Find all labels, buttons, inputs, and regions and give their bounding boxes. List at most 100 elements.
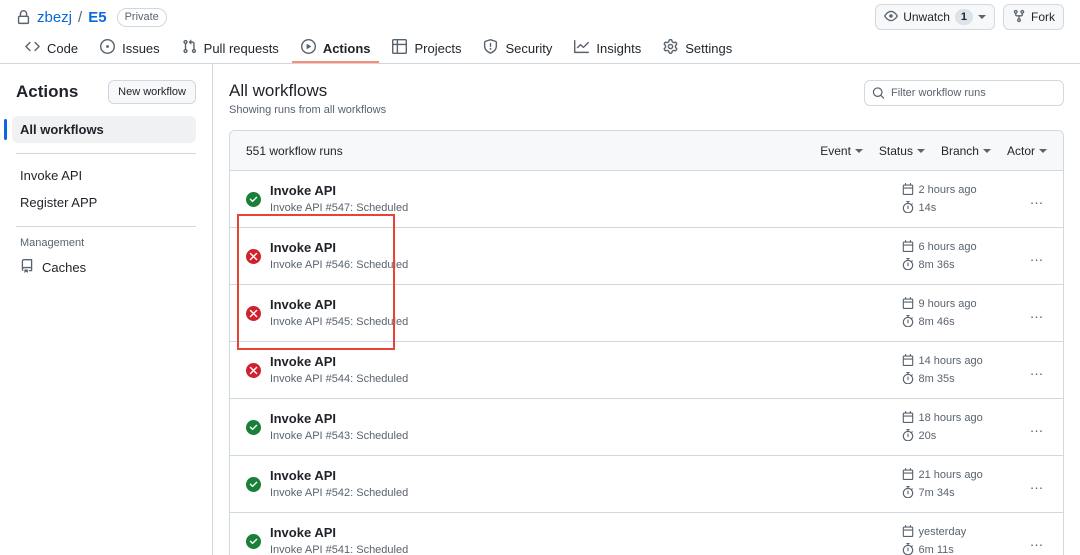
run-name-link[interactable]: Invoke API (270, 239, 902, 256)
repo-name-link[interactable]: E5 (88, 9, 106, 26)
tab-actions-label: Actions (323, 41, 371, 56)
run-timestamp: 18 hours ago (902, 411, 1020, 426)
actions-sidebar: Actions New workflow All workflows Invok… (0, 64, 213, 555)
chevron-down-icon (917, 149, 925, 153)
run-timestamp-label: 6 hours ago (919, 241, 977, 253)
stopwatch-icon (902, 372, 914, 387)
run-name-link[interactable]: Invoke API (270, 467, 902, 484)
table-row[interactable]: Invoke APIInvoke API #543: Scheduled18 h… (230, 399, 1063, 456)
tab-security[interactable]: Security (474, 35, 561, 63)
run-timestamp: 6 hours ago (902, 240, 1020, 255)
run-options-menu-button[interactable]: … (1028, 188, 1048, 210)
table-row[interactable]: Invoke APIInvoke API #546: Scheduled6 ho… (230, 228, 1063, 285)
run-options-menu-button[interactable]: … (1028, 416, 1048, 438)
tab-projects[interactable]: Projects (383, 35, 470, 63)
repo-header-actions: Unwatch 1 Fork (875, 4, 1064, 30)
play-icon (301, 39, 316, 57)
run-name-link[interactable]: Invoke API (270, 353, 902, 370)
visibility-badge: Private (117, 8, 167, 27)
issue-opened-icon (100, 39, 115, 57)
run-description: Invoke API #545: Scheduled (270, 315, 902, 330)
tab-pull-requests[interactable]: Pull requests (173, 35, 288, 63)
calendar-icon (902, 525, 914, 540)
gear-icon (663, 39, 678, 57)
workflow-runs-panel: 551 workflow runs Event Status Branch (229, 130, 1064, 555)
eye-icon (884, 9, 898, 26)
table-row[interactable]: Invoke APIInvoke API #547: Scheduled2 ho… (230, 171, 1063, 228)
run-duration: 7m 34s (902, 486, 1020, 501)
run-timestamp: 9 hours ago (902, 297, 1020, 312)
workflow-runs-toolbar: 551 workflow runs Event Status Branch (230, 131, 1063, 171)
sidebar-item-invoke-api[interactable]: Invoke API (12, 162, 196, 189)
tab-issues[interactable]: Issues (91, 35, 169, 63)
table-row[interactable]: Invoke API Invoke API #544: Scheduled14 h… (230, 342, 1063, 399)
run-name-link[interactable]: Invoke API (270, 182, 902, 199)
tab-insights[interactable]: Insights (565, 35, 650, 63)
stopwatch-icon (902, 315, 914, 330)
run-duration: 20s (902, 429, 1020, 444)
run-duration-label: 8m 36s (919, 259, 955, 271)
search-input[interactable] (864, 80, 1064, 106)
table-row[interactable]: Invoke API Invoke API #545: Scheduled9 ho… (230, 285, 1063, 342)
new-workflow-button[interactable]: New workflow (108, 80, 196, 104)
fork-button-group[interactable]: Fork (1003, 4, 1064, 30)
run-meta: 9 hours ago8m 46s (902, 297, 1020, 330)
run-options-menu-button[interactable]: … (1028, 530, 1048, 552)
run-info: Invoke APIInvoke API #547: Scheduled (270, 182, 902, 216)
calendar-icon (902, 411, 914, 426)
run-info: Invoke API Invoke API #542: Scheduled (270, 467, 902, 501)
table-row[interactable]: Invoke APIInvoke API #541: Scheduledyest… (230, 513, 1063, 555)
sidebar-item-register-app[interactable]: Register APP (12, 189, 196, 216)
run-meta: 6 hours ago 8m 36s (902, 240, 1020, 273)
tab-actions[interactable]: Actions (292, 35, 380, 63)
tab-settings[interactable]: Settings (654, 35, 741, 63)
run-name-link[interactable]: Invoke API (270, 524, 902, 541)
main-header: All workflows Showing runs from all work… (229, 80, 1064, 116)
tab-code[interactable]: Code (16, 35, 87, 63)
sidebar-item-caches[interactable]: Caches (12, 253, 196, 282)
run-info: Invoke API Invoke API #545: Scheduled (270, 296, 902, 330)
run-description: Invoke API #544: Scheduled (270, 372, 902, 387)
filter-actor-button[interactable]: Actor (1007, 144, 1047, 158)
table-row[interactable]: Invoke APIInvoke API #542: Scheduled21 h… (230, 456, 1063, 513)
filter-event-label: Event (820, 144, 851, 158)
run-name-link[interactable]: Invoke API (270, 410, 902, 427)
fork-label: Fork (1031, 10, 1055, 24)
run-options-menu-button[interactable]: … (1028, 245, 1048, 267)
tab-projects-label: Projects (414, 41, 461, 56)
run-options-menu-button[interactable]: … (1028, 302, 1048, 324)
run-name-link[interactable]: Invoke API (270, 296, 902, 313)
run-options-menu-button[interactable]: … (1028, 473, 1048, 495)
run-options-menu-button[interactable]: … (1028, 359, 1048, 381)
unwatch-label: Unwatch (903, 10, 950, 24)
fork-icon (1012, 9, 1026, 26)
sidebar-item-all-workflows[interactable]: All workflows (12, 116, 196, 143)
filter-actor-label: Actor (1007, 144, 1035, 158)
watch-button-group[interactable]: Unwatch 1 (875, 4, 995, 30)
breadcrumb: zbezj / E5 Private (16, 8, 167, 27)
sidebar-item-label: All workflows (20, 122, 104, 137)
watch-count: 1 (955, 9, 973, 25)
tab-code-label: Code (47, 41, 78, 56)
lock-icon (16, 10, 31, 25)
repo-owner-link[interactable]: zbezj (37, 9, 72, 26)
filter-event-button[interactable]: Event (820, 144, 863, 158)
run-duration: 6m 11s (902, 543, 1020, 555)
sidebar-title: Actions (16, 82, 78, 102)
main-header-text: All workflows Showing runs from all work… (229, 80, 386, 116)
run-duration: 8m 36s (902, 258, 1020, 273)
run-info: Invoke APIInvoke API #546: Scheduled (270, 239, 902, 273)
stopwatch-icon (902, 543, 914, 555)
run-timestamp: 14 hours ago (902, 354, 1020, 369)
run-timestamp-label: yesterday (919, 526, 967, 538)
filter-status-button[interactable]: Status (879, 144, 925, 158)
sidebar-header: Actions New workflow (16, 80, 196, 104)
run-description: Invoke API #542: Scheduled (270, 486, 902, 501)
filter-branch-button[interactable]: Branch (941, 144, 991, 158)
unwatch-button[interactable]: Unwatch 1 (876, 5, 994, 29)
x-circle-fill-icon (246, 363, 261, 378)
main-content: All workflows Showing runs from all work… (213, 64, 1080, 555)
run-duration: 8m 35s (902, 372, 1020, 387)
repo-nav-tabs: Code Issues Pull requests Actions Projec… (0, 34, 1080, 64)
fork-button[interactable]: Fork (1004, 5, 1063, 29)
